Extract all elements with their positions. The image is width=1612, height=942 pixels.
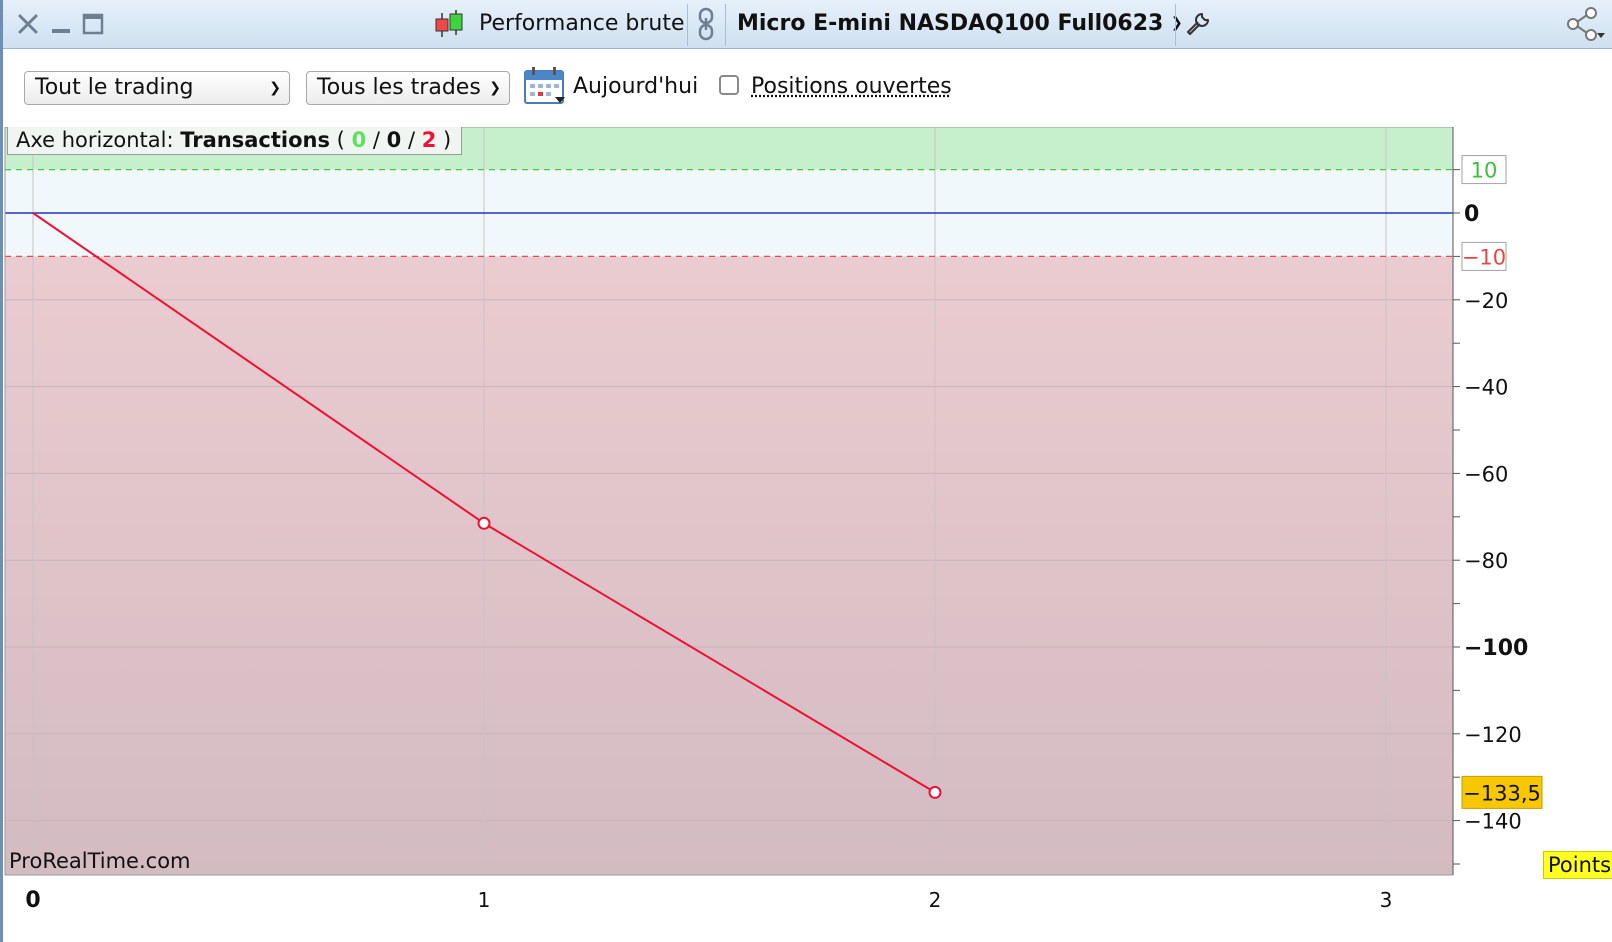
y-tick-label: −20 bbox=[1464, 289, 1508, 313]
trades-select-value: Tous les trades bbox=[317, 75, 481, 100]
performance-chart: 10 0 −10 −20 −40 −60 −80 −100 −120 −140 −133,5 0 1 2 3… bbox=[3, 127, 1612, 942]
x-tick-label: 0 bbox=[25, 888, 40, 913]
data-point bbox=[930, 787, 941, 798]
wins-count: 0 bbox=[352, 128, 367, 152]
instrument-selector[interactable]: Micro E-mini NASDAQ100 Full0623 ❯ bbox=[737, 11, 1183, 36]
axis-info-prefix: Axe horizontal: bbox=[16, 128, 174, 152]
share-icon[interactable] bbox=[1563, 10, 1607, 38]
title-separator bbox=[687, 4, 688, 46]
x-tick-label: 1 bbox=[478, 888, 491, 912]
title-separator bbox=[725, 4, 726, 46]
y-tick-label: −140 bbox=[1464, 810, 1522, 834]
y-tick-label: −120 bbox=[1464, 723, 1522, 747]
neutral-count: 0 bbox=[387, 128, 402, 152]
axis-info-close-paren: ) bbox=[443, 128, 451, 152]
calendar-icon[interactable] bbox=[523, 65, 567, 107]
chart-canvas: 10 0 −10 −20 −40 −60 −80 −100 −120 −140 −133,5 0 1 2 3 bbox=[3, 127, 1612, 942]
y-tick-label: 10 bbox=[1471, 159, 1498, 183]
scope-select[interactable]: Tout le trading ❯ bbox=[24, 71, 290, 105]
y-tick-label: −80 bbox=[1464, 549, 1508, 573]
chevron-down-icon: ❯ bbox=[269, 72, 281, 104]
y-tick-label: −10 bbox=[1462, 245, 1506, 269]
scope-select-value: Tout le trading bbox=[35, 75, 194, 100]
chevron-down-icon: ❯ bbox=[489, 72, 501, 104]
data-point bbox=[479, 518, 490, 529]
y-tick-label: −100 bbox=[1464, 636, 1528, 661]
x-tick-label: 2 bbox=[929, 888, 942, 912]
period-label[interactable]: Aujourd'hui bbox=[573, 71, 698, 103]
axis-info-separator: / bbox=[373, 128, 380, 152]
link-icon[interactable] bbox=[694, 10, 718, 38]
losses-count: 2 bbox=[422, 128, 437, 152]
last-value-label: −133,5 bbox=[1463, 781, 1541, 805]
axis-info-open-paren: ( bbox=[337, 128, 345, 152]
close-icon[interactable] bbox=[15, 10, 41, 38]
horizontal-axis-info: Axe horizontal: Transactions ( 0 / 0 / 2… bbox=[7, 127, 462, 155]
y-tick-label: 0 bbox=[1464, 202, 1479, 227]
y-tick-label: −40 bbox=[1464, 376, 1508, 400]
open-positions-checkbox[interactable] bbox=[719, 75, 739, 95]
minimize-icon[interactable] bbox=[49, 10, 73, 38]
window-title: Performance brute bbox=[479, 11, 685, 36]
title-separator bbox=[1175, 4, 1176, 46]
maximize-icon[interactable] bbox=[81, 10, 105, 38]
toolbar: Tout le trading ❯ Tous les trades ❯ Aujo… bbox=[3, 49, 1612, 127]
x-tick-label: 3 bbox=[1380, 888, 1393, 912]
axis-info-separator: / bbox=[408, 128, 415, 152]
trades-select[interactable]: Tous les trades ❯ bbox=[306, 71, 510, 105]
units-badge: Points bbox=[1543, 851, 1612, 879]
wrench-icon[interactable] bbox=[1183, 10, 1213, 38]
open-positions-label[interactable]: Positions ouvertes bbox=[751, 71, 952, 103]
watermark: ProRealTime.com bbox=[9, 849, 191, 873]
axis-info-label: Transactions bbox=[180, 128, 330, 152]
chevron-down-icon: ❯ bbox=[1171, 15, 1183, 31]
instrument-name: Micro E-mini NASDAQ100 Full0623 bbox=[737, 11, 1163, 36]
title-bar: Performance brute Micro E-mini NASDAQ100… bbox=[3, 0, 1612, 49]
y-tick-label: −60 bbox=[1464, 462, 1508, 486]
candlestick-icon bbox=[431, 10, 467, 38]
negative-zone bbox=[5, 256, 1453, 875]
